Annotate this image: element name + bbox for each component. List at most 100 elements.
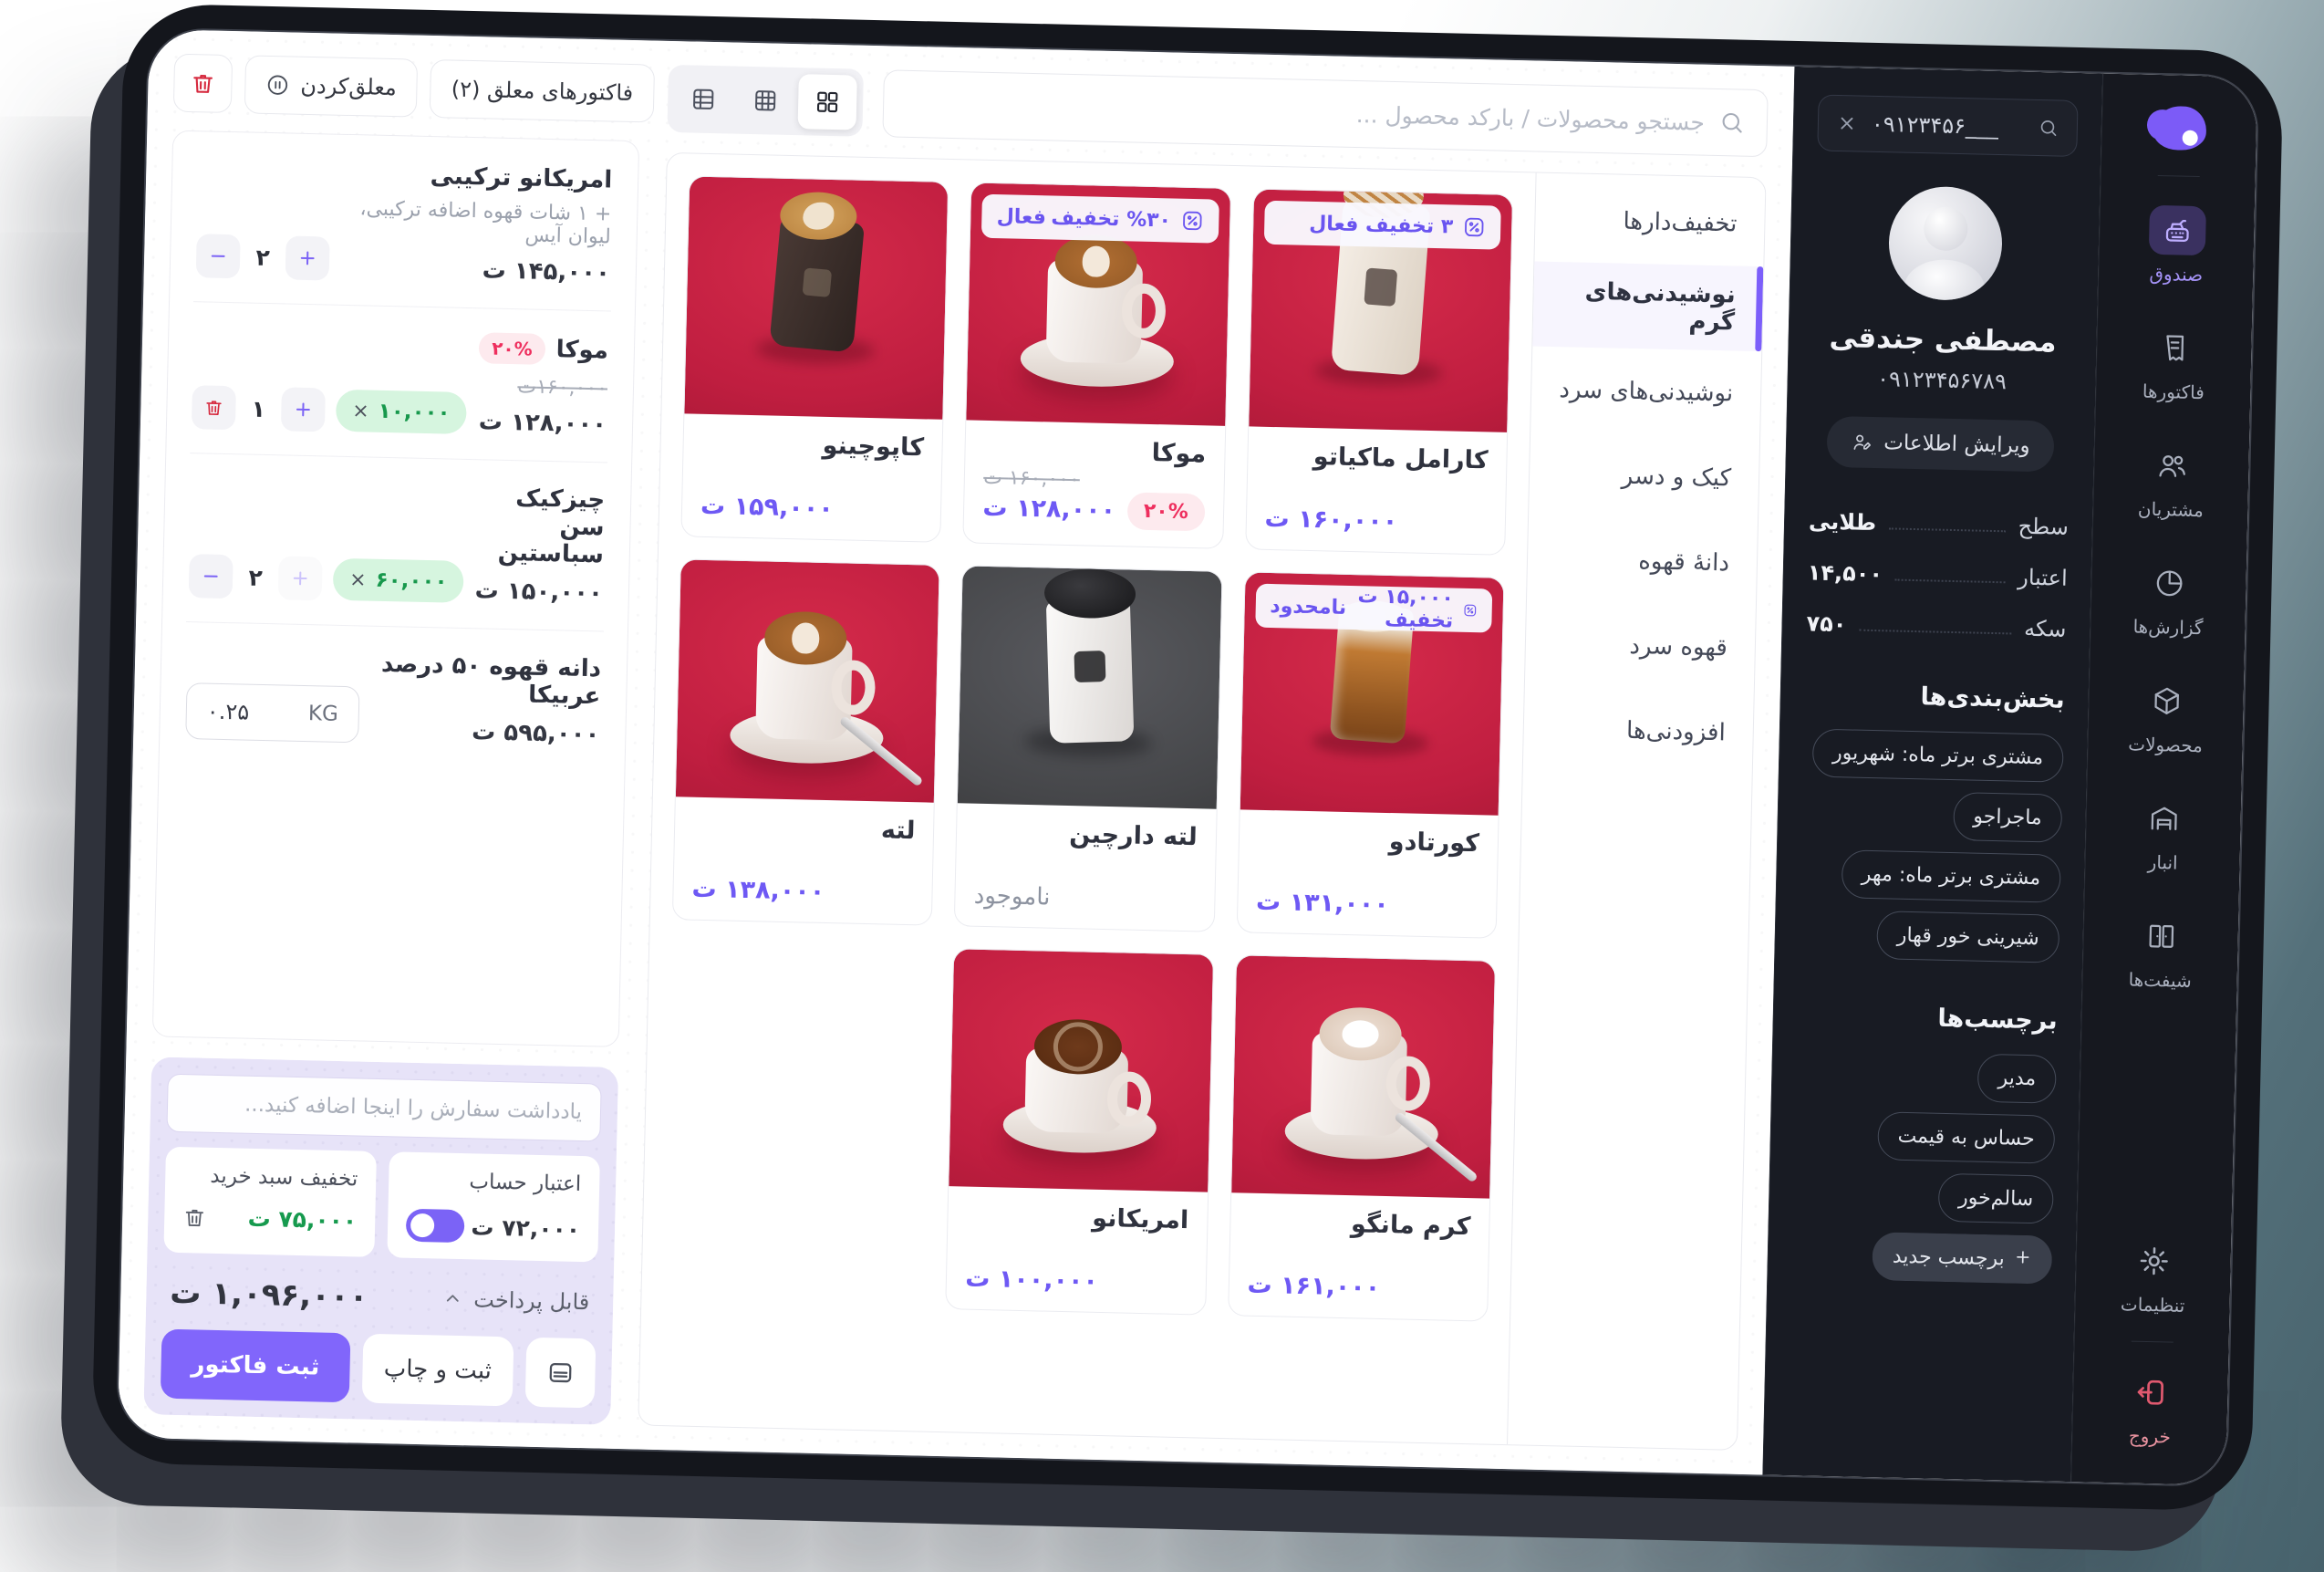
cart-item-description: + ۱ شات قهوه اضافه ترکیبی، لیوان آیس bbox=[341, 197, 612, 249]
customer-stat-row: اعتبار ۱۴,۵۰۰ bbox=[1807, 559, 2068, 590]
remove-item-button[interactable] bbox=[192, 385, 236, 430]
tag-chip[interactable]: مدیر bbox=[1977, 1054, 2057, 1104]
discount-badge: %۳۰ تخفیف فعال bbox=[981, 194, 1219, 244]
decrease-qty-button[interactable] bbox=[189, 554, 233, 599]
discount-badge-text: ۱۵,۰۰۰ ت تخفیف bbox=[1346, 585, 1455, 633]
product-card[interactable]: امریکانو ۱۰۰,۰۰۰ ت bbox=[946, 948, 1214, 1315]
tag-chip[interactable]: حساس به قیمت bbox=[1877, 1111, 2055, 1163]
sidebar-item-logout[interactable]: خروج bbox=[2122, 1367, 2180, 1447]
credit-toggle[interactable] bbox=[406, 1209, 465, 1243]
nav-items: صندوق فاکتورها مشتریان گزارش‌ها محصولات … bbox=[2122, 205, 2215, 993]
category-item[interactable]: دانۀ قهوه bbox=[1527, 515, 1758, 606]
category-item[interactable]: تخفیف‌دارها bbox=[1534, 177, 1765, 267]
customer-phone-search[interactable] bbox=[1817, 95, 2078, 157]
nav-item-label: صندوق bbox=[2149, 263, 2203, 286]
sidebar-item[interactable]: مشتریان bbox=[2138, 441, 2205, 522]
product-name: کاپوچینو bbox=[701, 429, 924, 463]
segment-chip[interactable]: شیرینی خور قهار bbox=[1876, 911, 2059, 963]
stat-label: اعتبار bbox=[2018, 565, 2068, 591]
sidebar-item[interactable]: فاکتورها bbox=[2142, 323, 2206, 404]
increase-qty-button[interactable] bbox=[281, 387, 326, 432]
tags-title: برچسب‌ها bbox=[1797, 1001, 2058, 1035]
category-label: تخفیف‌دارها bbox=[1623, 207, 1738, 237]
trash-icon bbox=[203, 397, 223, 417]
tag-chip-label: حساس به قیمت bbox=[1897, 1125, 2035, 1150]
product-search-input[interactable] bbox=[906, 90, 1705, 135]
search-icon bbox=[2039, 118, 2059, 138]
plus-icon bbox=[297, 248, 317, 268]
decrease-qty-button[interactable] bbox=[196, 234, 241, 278]
cart-item-price: ۱۴۵,۰۰۰ ت bbox=[340, 254, 611, 287]
table-view-button[interactable] bbox=[674, 71, 733, 127]
product-image bbox=[1231, 955, 1495, 1198]
sidebar-item-settings[interactable]: تنظیمات bbox=[2121, 1235, 2186, 1317]
segment-chip[interactable]: ماجراجو bbox=[1953, 792, 2062, 843]
product-card[interactable]: لته ۱۳۸,۰۰۰ ت bbox=[672, 558, 940, 925]
held-invoices-button[interactable]: فاکتورهای معلق (۲) bbox=[430, 59, 655, 123]
payable-label-group[interactable]: قابل پرداخت bbox=[442, 1286, 590, 1316]
clear-cart-button[interactable] bbox=[173, 54, 233, 113]
cart-item-qty: ۲ bbox=[244, 564, 268, 591]
category-item[interactable]: نوشیدنی‌های سرد bbox=[1530, 346, 1761, 436]
product-info: لته ۱۳۸,۰۰۰ ت bbox=[673, 796, 934, 924]
tag-chip[interactable]: سالم‌خور bbox=[1938, 1173, 2054, 1224]
product-card[interactable]: کرم مانگو ۱۶۱,۰۰۰ ت bbox=[1228, 954, 1496, 1321]
sidebar-item[interactable]: محصولات bbox=[2128, 675, 2204, 756]
product-status: ناموجود bbox=[974, 882, 1051, 911]
card-payment-button[interactable] bbox=[525, 1338, 597, 1409]
hold-invoice-button[interactable]: معلق‌کردن bbox=[244, 55, 419, 117]
sidebar-item[interactable]: شیفت‌ها bbox=[2128, 911, 2193, 992]
cart-items-card: امریکانو ترکیبی + ۱ شات قهوه اضافه ترکیب… bbox=[152, 130, 639, 1047]
close-icon bbox=[1837, 113, 1857, 133]
account-credit-value: ۷۲,۰۰۰ ت bbox=[471, 1213, 580, 1243]
category-item[interactable]: نوشیدنی‌های گرم bbox=[1532, 261, 1763, 351]
submit-invoice-button[interactable]: ثبت فاکتور bbox=[161, 1329, 350, 1403]
submit-print-button[interactable]: ثبت و چاپ bbox=[361, 1334, 514, 1407]
card-grid-view-button[interactable] bbox=[798, 74, 857, 130]
sidebar-item[interactable]: انبار bbox=[2134, 794, 2193, 874]
product-old-price: ۱۶۰,۰۰۰ ت bbox=[983, 466, 1080, 491]
category-label: قهوه سرد bbox=[1629, 631, 1727, 661]
segment-chip[interactable]: مشتری برتر ماه: شهریور bbox=[1812, 729, 2064, 783]
weight-value: ۰.۲۵ bbox=[207, 699, 250, 725]
sidebar-item[interactable]: صندوق bbox=[2148, 205, 2206, 286]
tag-chip-label: مدیر bbox=[1997, 1067, 2036, 1090]
increase-qty-button[interactable] bbox=[278, 556, 323, 600]
shifts-icon bbox=[2132, 911, 2190, 962]
category-label: نوشیدنی‌های گرم bbox=[1561, 277, 1736, 336]
segments-chips: مشتری برتر ماه: شهریور ماجراجو مشتری برت… bbox=[1799, 728, 2064, 963]
dense-grid-view-button[interactable] bbox=[736, 73, 795, 129]
weight-input[interactable]: ۰.۲۵ KG bbox=[185, 682, 359, 743]
product-card[interactable]: ۱۵,۰۰۰ ت تخفیف نامحدود کورتادو ۱۳۱,۰۰۰ ت bbox=[1236, 571, 1504, 938]
customer-panel: مصطفی جندقی ۰۹۱۲۳۴۵۶۷۸۹ ویرایش اطلاعات س… bbox=[1762, 67, 2102, 1482]
order-note-input[interactable] bbox=[166, 1074, 601, 1142]
product-card[interactable]: ۳ تخفیف فعال کارامل ماکیاتو ۱۶۰,۰۰۰ ت bbox=[1245, 188, 1513, 555]
catalog-controls bbox=[667, 65, 1768, 157]
product-info: موکا ۱۶۰,۰۰۰ ت ۱۲۸,۰۰۰ ت ۲۰% bbox=[964, 420, 1225, 547]
product-card[interactable]: کاپوچینو ۱۵۹,۰۰۰ ت bbox=[680, 175, 949, 542]
product-search[interactable] bbox=[882, 69, 1768, 157]
category-label: دانۀ قهوه bbox=[1638, 547, 1729, 577]
stat-label: سطح bbox=[2018, 514, 2069, 540]
product-card[interactable]: لته دارچین ناموجود bbox=[954, 565, 1222, 932]
edit-info-button[interactable]: ویرایش اطلاعات bbox=[1827, 416, 2055, 473]
increase-qty-button[interactable] bbox=[285, 235, 330, 280]
add-tag-chip[interactable]: برچسب جدید bbox=[1872, 1232, 2052, 1284]
cart-item-text: دانه قهوه ۵۰ درصد عربیکا ۵۹۵,۰۰۰ ت bbox=[369, 651, 601, 749]
product-price: ۱۳۱,۰۰۰ ت bbox=[1256, 888, 1389, 919]
users-icon bbox=[2142, 441, 2200, 491]
customer-phone-input[interactable] bbox=[1872, 111, 2025, 141]
category-item[interactable]: کیک و دسر bbox=[1529, 431, 1759, 521]
nav-item-label: خروج bbox=[2129, 1425, 2172, 1448]
product-card[interactable]: %۳۰ تخفیف فعال موکا ۱۶۰,۰۰۰ ت ۱۲۸,۰۰۰ ت … bbox=[963, 182, 1231, 548]
category-item[interactable]: قهوه سرد bbox=[1525, 600, 1756, 691]
discount-badge: ۳ تخفیف فعال bbox=[1263, 201, 1500, 250]
item-discount-chip: × ۶۰,۰۰۰ bbox=[333, 558, 464, 603]
card-grid-icon bbox=[814, 88, 842, 117]
category-item[interactable]: افزودنی‌ها bbox=[1523, 685, 1754, 776]
cart-item-price: ۵۹۵,۰۰۰ ت bbox=[369, 716, 600, 749]
sidebar-item[interactable]: گزارش‌ها bbox=[2132, 558, 2205, 640]
cart-item-name: موکا bbox=[555, 336, 608, 364]
segment-chip[interactable]: مشتری برتر ماه: مهر bbox=[1841, 849, 2061, 902]
remove-discount-button[interactable] bbox=[182, 1205, 207, 1230]
